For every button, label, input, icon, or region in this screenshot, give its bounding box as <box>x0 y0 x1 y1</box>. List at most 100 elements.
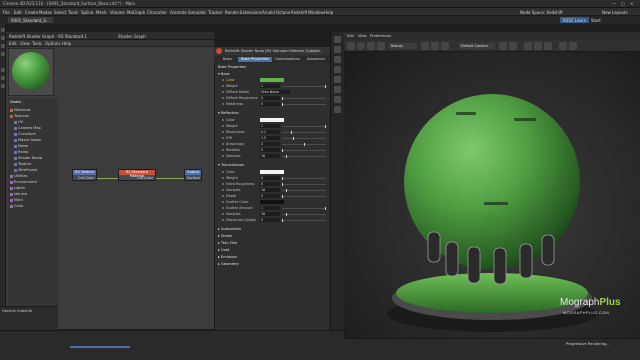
tree-item[interactable]: Curvature <box>14 132 36 137</box>
menu-mograph[interactable]: MoGraph <box>127 10 145 15</box>
play-render-icon[interactable] <box>347 42 355 50</box>
tab-document[interactable]: 0401_Standard_S... <box>8 17 53 23</box>
menu-window[interactable]: Window <box>308 10 324 15</box>
zoom-icon[interactable] <box>499 42 507 50</box>
scale-tool-icon[interactable] <box>1 36 5 40</box>
layout-selector[interactable]: New Layouts <box>602 10 628 15</box>
viewport-menu-edit[interactable]: Edit <box>347 34 354 38</box>
graph-menu-options[interactable]: Options <box>45 41 60 46</box>
tree-item[interactable]: Utilities <box>10 174 28 179</box>
menu-file[interactable]: File <box>3 10 10 15</box>
param-row[interactable]: Diffuse Roughness 0 <box>222 96 328 101</box>
tab-rs-learn[interactable]: RSSC Learn <box>560 17 590 23</box>
aov-dropdown[interactable]: Beauty <box>389 43 417 49</box>
material-icon[interactable] <box>334 66 341 73</box>
tree-item[interactable]: Noise <box>14 144 28 149</box>
polygons-mode-icon[interactable] <box>1 84 5 88</box>
tree-item[interactable]: Ramp <box>14 150 28 155</box>
edges-mode-icon[interactable] <box>1 76 5 80</box>
menu-spline[interactable]: Spline <box>81 10 93 15</box>
settings-icon[interactable] <box>334 96 341 103</box>
snapshot-icon[interactable] <box>431 42 439 50</box>
channel-g-icon[interactable] <box>534 42 542 50</box>
menu-render[interactable]: Render <box>225 10 239 15</box>
select-tool-icon[interactable] <box>1 52 5 56</box>
param-row[interactable]: Samples 16 <box>222 212 328 217</box>
rotate-tool-icon[interactable] <box>1 44 5 48</box>
channel-b-icon[interactable] <box>544 42 552 50</box>
param-row[interactable]: Dispersion (Abbe) 0 <box>222 218 328 223</box>
tree-item[interactable]: Maxon Noise <box>14 138 41 143</box>
param-row[interactable]: Extra Roughness 0 <box>222 182 328 187</box>
menu-redshift[interactable]: Redshift <box>291 10 307 15</box>
maximize-button[interactable]: □ <box>621 1 625 6</box>
param-row[interactable]: Rotation 0 <box>222 148 328 153</box>
tree-item[interactable]: Shader Ramp <box>14 156 42 161</box>
node-rs-texture[interactable]: RS Texture Out Color <box>72 169 97 181</box>
color-swatch[interactable] <box>260 200 284 204</box>
object-icon[interactable] <box>334 76 341 83</box>
group-sheen[interactable]: ▸ Sheen <box>218 234 232 238</box>
rt-icon[interactable] <box>367 42 375 50</box>
timeline-playhead-range[interactable] <box>70 346 130 348</box>
param-row[interactable]: Scatter Amount 1 <box>222 206 328 211</box>
tree-item[interactable]: UV <box>14 120 23 125</box>
param-row[interactable]: Depth 0 <box>222 194 328 199</box>
node-space-selector[interactable]: Node Space: Redshift <box>520 10 563 15</box>
color-swatch[interactable] <box>260 118 284 122</box>
graph-menu-view[interactable]: View <box>20 41 30 46</box>
menu-help[interactable]: Help <box>324 10 333 15</box>
param-row[interactable]: Samples 16 <box>222 154 328 159</box>
menu-simulate[interactable]: Simulate <box>188 10 206 15</box>
tree-item[interactable]: Environment <box>10 180 37 185</box>
param-row[interactable]: Scatter Color <box>222 200 328 205</box>
param-row[interactable]: Weight 0 <box>222 176 328 181</box>
menu-tracker[interactable]: Tracker <box>208 10 222 15</box>
group-geometry[interactable]: ▸ Geometry <box>218 262 239 266</box>
menu-edit[interactable]: Edit <box>14 10 22 15</box>
group-thin-film[interactable]: ▸ Thin Film <box>218 241 237 245</box>
tree-item[interactable]: Math <box>10 198 23 203</box>
render-icon[interactable] <box>334 56 341 63</box>
tree-item[interactable]: Color <box>10 204 23 209</box>
group-coat[interactable]: ▸ Coat <box>218 248 229 252</box>
region-icon[interactable] <box>421 42 429 50</box>
menu-volume[interactable]: Volume <box>110 10 125 15</box>
param-row[interactable]: Weight 1 <box>222 124 328 129</box>
move-tool-icon[interactable] <box>1 28 5 32</box>
tab-advanced[interactable]: Advanced <box>304 57 328 62</box>
tree-item[interactable]: Textures <box>10 114 29 119</box>
graph-menu-edit[interactable]: Edit <box>9 41 17 46</box>
menu-octane[interactable]: Octane <box>276 10 290 15</box>
param-row[interactable]: Samples 16 <box>222 188 328 193</box>
points-mode-icon[interactable] <box>1 68 5 72</box>
tag-icon[interactable] <box>334 86 341 93</box>
custom-dropdown[interactable]: Custom <box>304 49 322 53</box>
tab-optimizations[interactable]: Optimizations <box>272 57 303 62</box>
camera-icon[interactable] <box>334 36 341 43</box>
menu-extensions[interactable]: Extensions <box>240 10 262 15</box>
close-button[interactable]: ✕ <box>630 1 633 6</box>
tree-item[interactable]: Materials <box>10 108 30 113</box>
menu-create[interactable]: Create <box>25 10 38 15</box>
camera-dropdown[interactable]: Default Camera <box>459 43 495 49</box>
group-emission[interactable]: ▸ Emission <box>218 255 237 259</box>
render-viewport[interactable] <box>344 52 640 338</box>
param-row[interactable]: Roughness 0.2 <box>222 130 328 135</box>
group-subsurface[interactable]: ▸ Subsurface <box>218 227 241 231</box>
color-swatch[interactable] <box>260 78 284 82</box>
graph-menu-tools[interactable]: Tools <box>32 41 42 46</box>
group-transmission[interactable]: ▾ Transmission <box>218 163 244 167</box>
tab-basic[interactable]: Basic <box>220 57 236 62</box>
fit-icon[interactable] <box>569 42 577 50</box>
tree-item[interactable]: Texture <box>14 162 31 167</box>
record-icon[interactable] <box>357 42 365 50</box>
param-row[interactable]: Weight 1 <box>222 84 328 89</box>
menu-character[interactable]: Character <box>147 10 167 15</box>
param-row[interactable]: Diffuse Model Oren-Nayar <box>222 90 328 95</box>
param-row[interactable]: Color <box>222 118 328 123</box>
tree-item[interactable]: Lights <box>10 186 25 191</box>
node-output[interactable]: Output Surface <box>184 169 202 181</box>
exposure-icon[interactable] <box>559 42 567 50</box>
tree-item[interactable]: WireFrame <box>14 168 37 173</box>
